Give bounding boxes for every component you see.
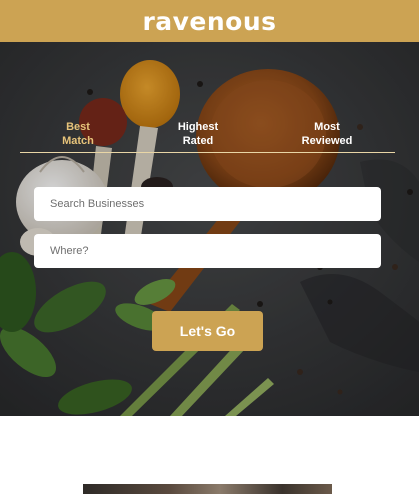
- app-logo: ravenous: [142, 6, 277, 36]
- sort-option-label-line2: Match: [62, 135, 94, 147]
- sort-option-label-line1: Most: [314, 121, 340, 133]
- sort-option-highest-rated[interactable]: Highest Rated: [164, 120, 232, 148]
- business-image-thumbnail: [83, 484, 332, 494]
- sort-option-label-line2: Rated: [182, 135, 214, 147]
- location-input[interactable]: [34, 234, 381, 268]
- sort-option-most-reviewed[interactable]: Most Reviewed: [290, 120, 364, 148]
- sort-option-label-line2: Reviewed: [301, 135, 353, 147]
- hero-background-image: [0, 42, 419, 416]
- app-header: ravenous: [0, 0, 419, 42]
- search-businesses-input[interactable]: [34, 187, 381, 221]
- sort-options: Best Match Highest Rated Most Reviewed: [20, 120, 395, 153]
- sort-option-label-line1: Highest: [177, 121, 219, 133]
- lets-go-button[interactable]: Let's Go: [152, 311, 263, 351]
- search-hero: Best Match Highest Rated Most Reviewed L…: [0, 42, 419, 416]
- sort-option-best-match[interactable]: Best Match: [50, 120, 106, 148]
- sort-option-label-line1: Best: [66, 121, 90, 133]
